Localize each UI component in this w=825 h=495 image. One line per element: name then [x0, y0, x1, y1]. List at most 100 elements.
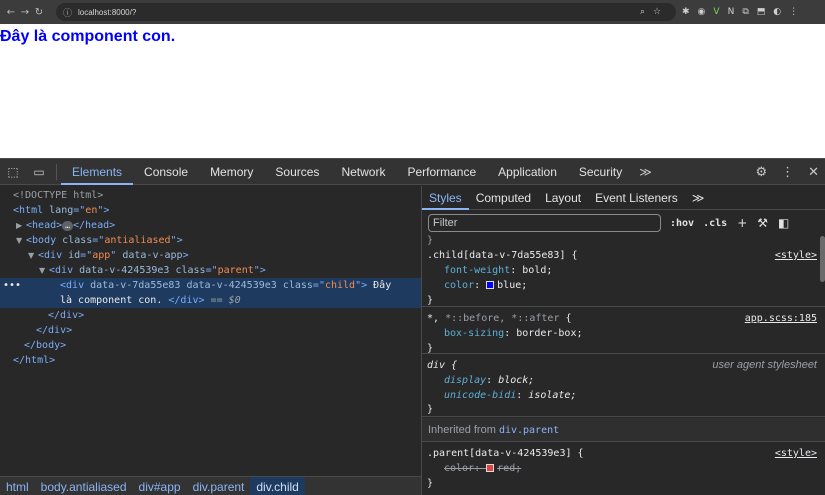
doctype-text: <!DOCTYPE html>	[13, 190, 104, 201]
breadcrumb-parent[interactable]: div.parent	[187, 477, 251, 495]
color-swatch[interactable]	[486, 281, 495, 289]
subtab-computed[interactable]: Computed	[469, 186, 538, 210]
extension-1-icon[interactable]: ✱	[682, 7, 690, 17]
rule-close: }	[427, 295, 434, 306]
kebab-menu-icon[interactable]: ⋮	[781, 165, 794, 180]
property-value[interactable]: red;	[497, 463, 521, 474]
expand-triangle-icon[interactable]: ▶	[16, 218, 26, 233]
star-icon[interactable]: ☆	[653, 7, 661, 17]
tab-elements[interactable]: Elements	[61, 159, 134, 185]
dom-node-html[interactable]: <html lang="en">	[0, 203, 421, 218]
breadcrumb-html[interactable]: html	[0, 477, 35, 495]
side-panel-icon[interactable]: ⬒	[757, 7, 766, 17]
rule-selector[interactable]: .parent[data-v-424539e3] {	[427, 446, 584, 461]
back-icon[interactable]: ←	[4, 7, 18, 18]
closing-tag: </div>	[168, 295, 205, 306]
tab-network[interactable]: Network	[330, 159, 396, 185]
dom-node-close-app[interactable]: </div>	[0, 323, 421, 338]
attr-name: class	[62, 235, 93, 246]
property-value[interactable]: blue;	[497, 280, 527, 291]
declaration[interactable]: box-sizing: border-box;	[427, 326, 583, 341]
rule-source-link[interactable]: <style>	[775, 446, 817, 461]
breadcrumb-body[interactable]: body.antialiased	[35, 477, 133, 495]
info-icon[interactable]: ⓘ	[63, 6, 72, 19]
forward-icon[interactable]: →	[18, 7, 32, 18]
new-rule-plus-icon[interactable]: +	[737, 216, 747, 230]
close-icon[interactable]: ✕	[808, 165, 819, 180]
address-url[interactable]: localhost:8000/?	[78, 8, 136, 17]
tab-console[interactable]: Console	[133, 159, 199, 185]
dom-node-app[interactable]: ▼ <div id="app" data-v-app>	[0, 248, 421, 263]
styles-filter-input[interactable]: Filter	[428, 214, 661, 232]
dom-node-close-parent[interactable]: </div>	[0, 308, 421, 323]
styles-scrollbar[interactable]	[820, 236, 825, 282]
subtab-event-listeners[interactable]: Event Listeners	[588, 186, 685, 210]
declaration[interactable]: font-weight: bold;	[427, 263, 552, 278]
node-actions-marker[interactable]: •••	[3, 278, 21, 293]
inspect-element-icon[interactable]: ⬚	[0, 165, 26, 179]
more-tabs-icon[interactable]: ≫	[633, 165, 658, 179]
page-viewport: Đây là component con.	[0, 24, 825, 158]
style-rule-universal: *, *::before, *::after { app.scss:185 bo…	[422, 308, 825, 354]
device-toolbar-icon[interactable]: ▭	[26, 165, 52, 179]
dom-node-body[interactable]: ▼ <body class="antialiased">	[0, 233, 421, 248]
extension-3-icon[interactable]: V	[713, 7, 719, 17]
inherited-section-header: Inherited from div.parent	[422, 418, 825, 442]
toggle-sidebar-icon[interactable]: ◧	[778, 216, 789, 230]
zoom-icon[interactable]: ⌕	[640, 7, 645, 17]
collapse-triangle-icon[interactable]: ▼	[39, 263, 49, 278]
breadcrumb-child[interactable]: div.child	[250, 476, 305, 495]
property-name[interactable]: box-sizing	[444, 328, 504, 339]
address-bar[interactable]: ⓘ localhost:8000/?	[56, 3, 676, 21]
property-value: block;	[498, 375, 535, 386]
reload-icon[interactable]: ↻	[32, 7, 46, 18]
property-name[interactable]: font-weight	[444, 265, 510, 276]
closing-tag: </div>	[36, 325, 73, 336]
declaration: unicode-bidi: isolate;	[444, 390, 577, 401]
subtab-layout[interactable]: Layout	[538, 186, 588, 210]
rule-source-link[interactable]: <style>	[775, 248, 817, 263]
dom-node-close-body[interactable]: </body>	[0, 338, 421, 353]
dom-node-doctype[interactable]: <!DOCTYPE html>	[0, 188, 421, 203]
collapse-triangle-icon[interactable]: ▼	[28, 248, 38, 263]
overridden-declaration[interactable]: color: red;	[427, 461, 521, 476]
settings-gear-icon[interactable]: ⚙	[755, 165, 767, 180]
subtab-styles[interactable]: Styles	[422, 186, 469, 210]
cls-toggle-button[interactable]: .cls	[703, 218, 727, 229]
rule-source-link[interactable]: app.scss:185	[745, 311, 817, 326]
tab-application[interactable]: Application	[487, 159, 568, 185]
dom-node-parent[interactable]: ▼ <div data-v-424539e3 class="parent">	[0, 263, 421, 278]
browser-menu-icon[interactable]: ⋮	[789, 7, 798, 17]
extensions-puzzle-icon[interactable]: ⧉	[742, 7, 748, 17]
color-swatch[interactable]	[486, 464, 495, 472]
profile-avatar-icon[interactable]: ◐	[773, 7, 781, 17]
breadcrumb-app[interactable]: div#app	[133, 477, 187, 495]
paint-brush-icon[interactable]: ⚒	[757, 216, 768, 230]
tab-sources[interactable]: Sources	[264, 159, 330, 185]
property-name[interactable]: color	[444, 463, 474, 474]
more-subtabs-icon[interactable]: ≫	[685, 186, 712, 210]
property-value[interactable]: border-box;	[516, 328, 582, 339]
breadcrumb: html body.antialiased div#app div.parent…	[0, 476, 421, 495]
browser-toolbar: ← → ↻ ⓘ localhost:8000/? ⌕ ☆ ✱ ◉ V N ⧉ ⬒…	[0, 0, 825, 24]
inherited-node-link[interactable]: div.parent	[499, 425, 559, 436]
extension-2-icon[interactable]: ◉	[698, 7, 706, 17]
rule-close: }	[427, 404, 434, 415]
rule-selector[interactable]: .child[data-v-7da55e83] {	[427, 248, 578, 263]
tab-performance[interactable]: Performance	[396, 159, 487, 185]
extension-4-icon[interactable]: N	[728, 7, 735, 17]
property-value[interactable]: bold;	[522, 265, 552, 276]
collapsed-content-badge[interactable]: …	[62, 221, 73, 231]
collapse-triangle-icon[interactable]: ▼	[16, 233, 26, 248]
attr-value: antialiased	[104, 235, 171, 246]
declaration[interactable]: color: blue;	[427, 278, 527, 293]
hov-toggle-button[interactable]: :hov	[670, 218, 694, 229]
property-name[interactable]: color	[444, 280, 474, 291]
tab-security[interactable]: Security	[568, 159, 633, 185]
dom-node-head[interactable]: ▶ <head>… </head>	[0, 218, 421, 233]
closing-tag: </body>	[24, 340, 67, 351]
dom-node-child-selected[interactable]: ••• <div data-v-7da55e83 data-v-424539e3…	[0, 278, 421, 308]
dom-node-close-html[interactable]: </html>	[0, 353, 421, 368]
rule-selector[interactable]: *, *::before, *::after {	[427, 311, 572, 326]
tab-memory[interactable]: Memory	[199, 159, 264, 185]
